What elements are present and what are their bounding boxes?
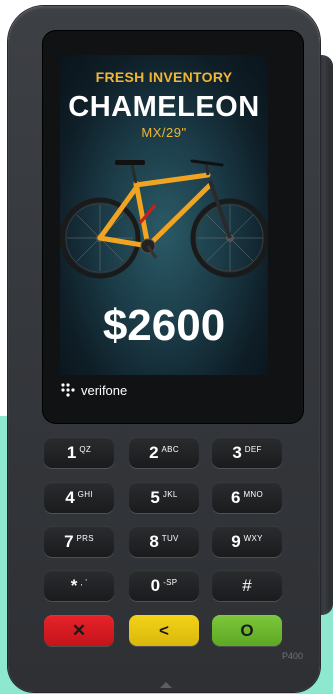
key-digit: #	[242, 575, 252, 595]
key-letters: WXY	[243, 534, 263, 543]
key-digit: 0	[150, 575, 161, 595]
key-letters: -SP	[163, 578, 178, 587]
terminal-screen: FRESH INVENTORY CHAMELEON MX/29" $2600	[60, 55, 268, 375]
key-4[interactable]: 4 GHI	[44, 482, 114, 513]
key-letters: JKL	[162, 490, 178, 499]
key-6[interactable]: 6 MNO	[212, 482, 282, 513]
brand-name: verifone	[81, 382, 128, 398]
key-digit: 9	[231, 531, 241, 551]
bike-image	[60, 159, 268, 279]
bike-model-name: CHAMELEON	[68, 91, 260, 123]
key-digit: 5	[150, 487, 160, 507]
key-0[interactable]: 0 -SP	[129, 570, 199, 601]
enter-icon: O	[240, 620, 254, 640]
key-star[interactable]: * , '	[44, 570, 114, 601]
key-5[interactable]: 5 JKL	[129, 482, 199, 513]
key-1[interactable]: 1 QZ	[44, 437, 114, 468]
key-digit: 1	[66, 442, 77, 462]
key-digit: 2	[149, 442, 159, 462]
key-letters: PRS	[76, 534, 94, 543]
key-letters: ABC	[161, 445, 179, 454]
price-display: $2600	[102, 301, 226, 350]
backspace-button[interactable]: <	[129, 615, 199, 646]
key-digit: *	[70, 575, 78, 595]
key-9[interactable]: 9 WXY	[212, 526, 282, 557]
key-7[interactable]: 7 PRS	[44, 526, 114, 557]
key-hash[interactable]: #	[212, 570, 282, 601]
key-digit: 4	[65, 487, 75, 507]
key-digit: 6	[230, 487, 241, 507]
key-8[interactable]: 8 TUV	[129, 526, 199, 557]
bottom-notch	[160, 682, 172, 688]
key-digit: 7	[64, 531, 74, 551]
screen-headline: FRESH INVENTORY	[95, 69, 233, 85]
key-digit: 3	[232, 442, 242, 462]
key-2[interactable]: 2 ABC	[129, 437, 199, 468]
key-letters: QZ	[79, 445, 92, 454]
key-letters: MNO	[243, 490, 264, 499]
key-3[interactable]: 3 DEF	[212, 437, 282, 468]
verifone-logo-icon	[61, 383, 75, 397]
enter-button[interactable]: O	[212, 615, 282, 646]
key-letters: TUV	[161, 534, 179, 543]
cancel-button[interactable]: ✕	[44, 615, 114, 646]
device-model-label: P400	[282, 651, 304, 661]
cancel-icon: ✕	[71, 620, 87, 640]
key-letters: DEF	[244, 445, 262, 454]
key-digit: 8	[149, 531, 159, 551]
key-letters: GHI	[77, 490, 93, 499]
brand-logo: verifone	[60, 382, 127, 398]
key-letters: , '	[80, 578, 88, 587]
bike-size: MX/29"	[141, 125, 187, 140]
backspace-icon: <	[159, 620, 169, 640]
